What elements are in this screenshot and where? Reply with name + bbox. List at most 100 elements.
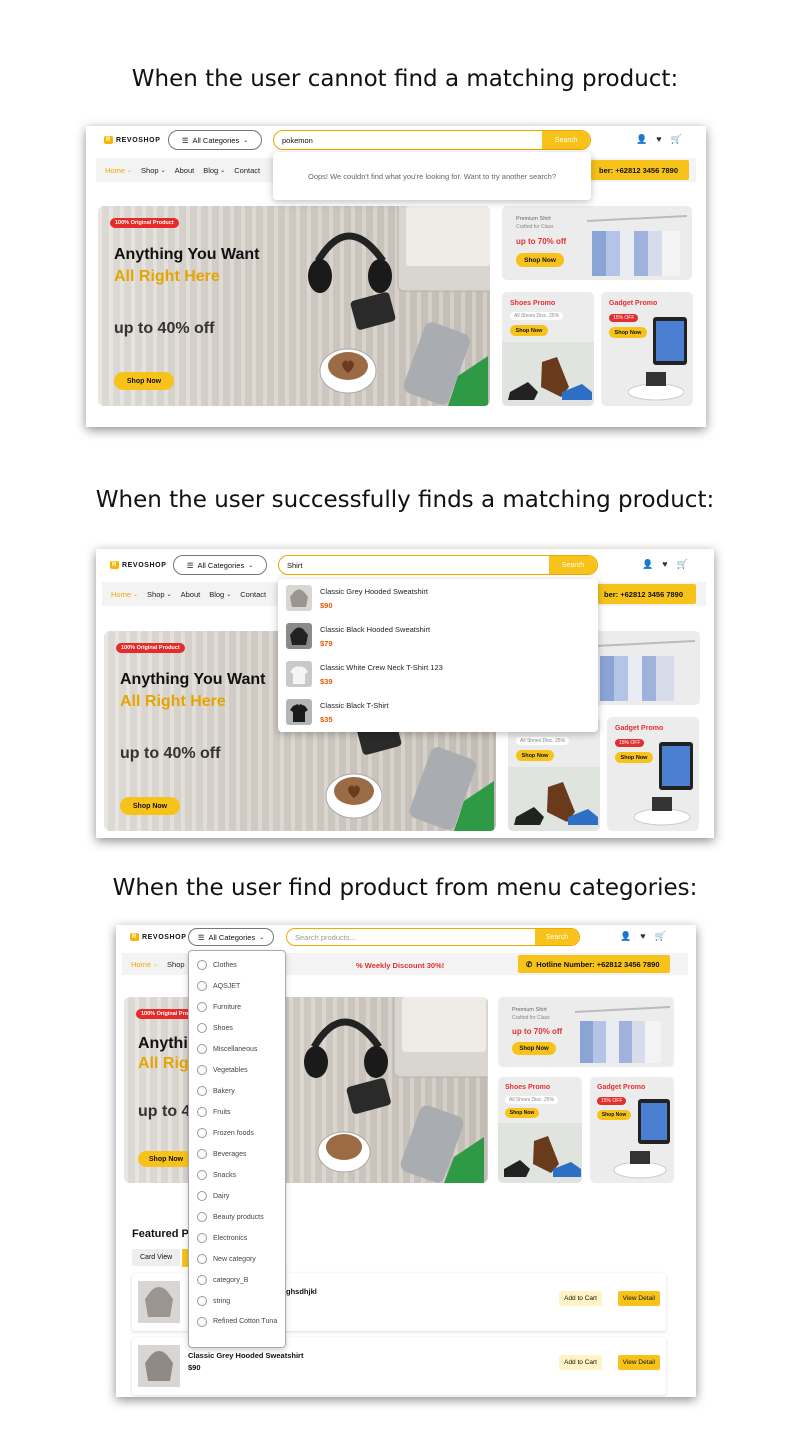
cart-icon[interactable]: 🛒 [671, 134, 682, 145]
hero-shop-now-button[interactable]: Shop Now [138, 1151, 194, 1167]
category-option[interactable]: Electronics [197, 1233, 247, 1243]
cart-icon[interactable]: 🛒 [677, 559, 688, 570]
nav-item-contact[interactable]: Contact [234, 166, 260, 175]
hero-products-image [304, 997, 488, 1183]
nav-item-blog[interactable]: Blog [209, 590, 224, 599]
category-option[interactable]: New category [197, 1254, 256, 1264]
category-option[interactable]: category_B [197, 1275, 248, 1285]
add-to-cart-button[interactable]: Add to Cart [559, 1355, 602, 1370]
shoes-promo-title: Shoes Promo [510, 300, 556, 307]
brand-logo[interactable]: R REVOSHOP [110, 561, 166, 569]
result-name: Classic White Crew Neck T-Shirt 123 [320, 663, 443, 672]
search-button[interactable]: Search [549, 556, 597, 574]
category-option[interactable]: AQSJET [197, 981, 240, 991]
radio-icon [197, 1149, 207, 1159]
promo-card-shirt[interactable]: Premium Shirt Crafted for Class up to 70… [502, 206, 692, 280]
heart-icon[interactable]: ♥ [662, 559, 667, 570]
radio-icon [197, 1317, 207, 1327]
shoes-shop-now-button[interactable]: Shop Now [510, 325, 548, 336]
black-hoodie-thumbnail [286, 623, 312, 649]
all-categories-button[interactable]: ☰ All Categories ⌄ [188, 928, 274, 946]
card-view-button[interactable]: Card View [132, 1249, 181, 1266]
category-option[interactable]: Dairy [197, 1191, 229, 1201]
category-option[interactable]: Furniture [197, 1002, 241, 1012]
hotline-button[interactable]: ✆ Hotline Number: +62812 3456 7890 [518, 955, 670, 973]
category-option[interactable]: Bakery [197, 1086, 235, 1096]
hotline-button[interactable]: ber: +62812 3456 7890 [591, 160, 689, 180]
nav-item-home[interactable]: Home [131, 960, 151, 969]
product-name: Classic Grey Hooded Sweatshirt [188, 1351, 304, 1360]
radio-icon [197, 1233, 207, 1243]
promo-card-shoes[interactable]: All Shoes Disc. 25% Shop Now [508, 717, 600, 831]
promo-card-gadget[interactable]: Gadget Promo 15% OFF Shop Now [607, 717, 699, 831]
search-input[interactable]: Shirt [279, 556, 549, 574]
nav-item-home[interactable]: Home [111, 590, 131, 599]
all-categories-button[interactable]: ☰ All Categories ⌄ [173, 555, 267, 575]
shoes-shop-now-button[interactable]: Shop Now [505, 1108, 539, 1118]
all-categories-button[interactable]: ☰ All Categories ⌄ [168, 130, 262, 150]
search-result-item[interactable]: Classic Black Hooded Sweatshirt $79 [286, 623, 430, 649]
category-option[interactable]: Snacks [197, 1170, 236, 1180]
cart-icon[interactable]: 🛒 [655, 931, 666, 942]
view-detail-button[interactable]: View Detail [617, 1355, 660, 1370]
featured-heading: Featured P [132, 1228, 189, 1240]
category-option[interactable]: string [197, 1296, 230, 1306]
promo-card-shoes[interactable]: Shoes Promo All Shoes Disc. 25% Shop Now [498, 1077, 582, 1183]
nav-item-shop[interactable]: Shop [141, 166, 159, 175]
shirt-promo-subtitle: Crafted for Class [516, 224, 554, 230]
search-button[interactable]: Search [535, 929, 579, 945]
hero-shop-now-button[interactable]: Shop Now [120, 797, 180, 815]
nav-item-home[interactable]: Home [105, 166, 125, 175]
hero-shop-now-button[interactable]: Shop Now [114, 372, 174, 390]
category-option[interactable]: Vegetables [197, 1065, 248, 1075]
nav-item-contact[interactable]: Contact [240, 590, 266, 599]
radio-icon [197, 1191, 207, 1201]
category-option[interactable]: Fruits [197, 1107, 231, 1117]
search-result-item[interactable]: Classic Black T-Shirt $35 [286, 699, 389, 725]
shoes-promo-subtitle: All Shoes Disc. 25% [516, 737, 570, 745]
promo-card-shirt[interactable]: Premium Shirt Crafted for Class up to 70… [498, 997, 674, 1067]
category-option[interactable]: Beverages [197, 1149, 246, 1159]
promo-card-gadget[interactable]: Gadget Promo 15% OFF Shop Now [590, 1077, 674, 1183]
menu-icon: ☰ [197, 932, 205, 942]
nav-item-blog[interactable]: Blog [203, 166, 218, 175]
user-icon[interactable]: 👤 [636, 134, 647, 145]
category-option[interactable]: Frozen foods [197, 1128, 254, 1138]
heart-icon[interactable]: ♥ [656, 134, 661, 145]
nav-item-shop[interactable]: Shop [147, 590, 165, 599]
search-no-results-dropdown: Oops! We couldn't find what you're looki… [273, 152, 591, 200]
shirt-shop-now-button[interactable]: Shop Now [512, 1042, 556, 1055]
shirt-promo-offer: up to 70% off [512, 1027, 563, 1036]
user-icon[interactable]: 👤 [642, 559, 653, 570]
add-to-cart-button[interactable]: Add to Cart [559, 1291, 602, 1306]
search-input[interactable]: Search products... [287, 929, 535, 945]
shoes-promo-subtitle: All Shoes Disc. 25% [510, 312, 564, 320]
nav-item-shop[interactable]: Shop [167, 960, 185, 969]
search-input[interactable]: pokemon [274, 131, 542, 149]
search-result-item[interactable]: Classic Grey Hooded Sweatshirt $90 [286, 585, 428, 611]
category-option[interactable]: Miscellaneous [197, 1044, 257, 1054]
search-result-item[interactable]: Classic White Crew Neck T-Shirt 123 $39 [286, 661, 443, 687]
promo-card-gadget[interactable]: Gadget Promo 15% OFF Shop Now [601, 292, 693, 406]
white-tshirt-thumbnail [286, 661, 312, 687]
shirt-shop-now-button[interactable]: Shop Now [516, 253, 564, 267]
hero-title: Anything You Want [114, 246, 260, 263]
shoes-shop-now-button[interactable]: Shop Now [516, 750, 554, 761]
nav-item-about[interactable]: About [175, 166, 195, 175]
promo-card-shoes[interactable]: Shoes Promo All Shoes Disc. 25% Shop Now [502, 292, 594, 406]
brand-logo[interactable]: R REVOSHOP [130, 933, 186, 941]
search-button[interactable]: Search [542, 131, 590, 149]
category-option[interactable]: Beauty products [197, 1212, 264, 1222]
radio-icon [197, 1044, 207, 1054]
category-option[interactable]: Refined Cotton Tuna [197, 1317, 279, 1327]
original-badge: 100% Original Product [110, 218, 179, 228]
user-icon[interactable]: 👤 [620, 931, 631, 942]
hotline-button[interactable]: ber: +62812 3456 7890 [596, 584, 696, 604]
category-option[interactable]: Shoes [197, 1023, 233, 1033]
brand-logo[interactable]: R REVOSHOP [104, 136, 160, 144]
heart-icon[interactable]: ♥ [640, 931, 645, 942]
category-option[interactable]: Clothes [197, 960, 237, 970]
shoes-image [498, 1123, 582, 1183]
view-detail-button[interactable]: View Detail [617, 1291, 660, 1306]
nav-item-about[interactable]: About [181, 590, 201, 599]
